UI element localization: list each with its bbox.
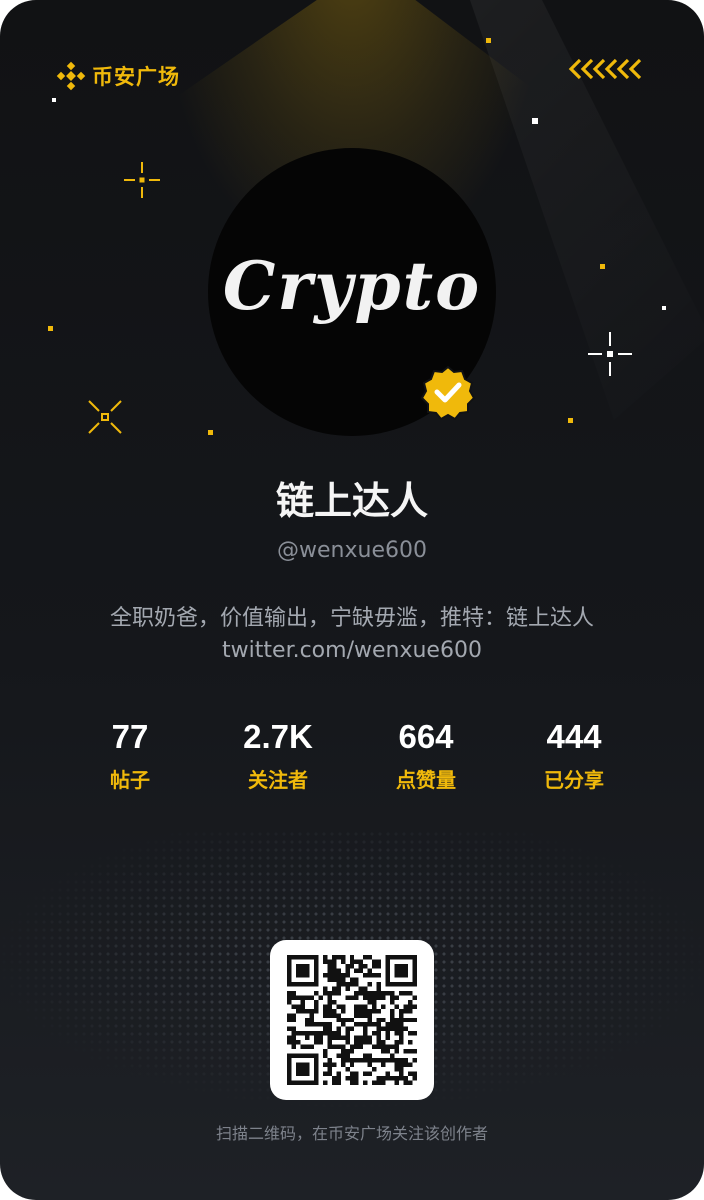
decor-dot bbox=[48, 326, 53, 331]
brand-logo: 币安广场 bbox=[56, 60, 180, 92]
stat-label: 关注者 bbox=[248, 768, 308, 792]
avatar-text: Crypto bbox=[222, 247, 482, 325]
decor-dot bbox=[568, 418, 573, 423]
stat-label: 点赞量 bbox=[396, 768, 456, 792]
profile-bio: 全职奶爸，价值输出，宁缺毋滥，推特：链上达人 bbox=[109, 606, 594, 631]
decor-dot bbox=[486, 38, 491, 43]
stat-posts: 77 帖子 bbox=[60, 718, 200, 793]
decor-dot bbox=[208, 430, 213, 435]
decor-dot bbox=[532, 118, 538, 124]
qr-caption: 扫描二维码，在币安广场关注该创作者 bbox=[215, 1124, 488, 1143]
sparkle-star-icon bbox=[588, 332, 632, 376]
stat-value: 77 bbox=[111, 718, 149, 755]
stats-row: 77 帖子 2.7K 关注者 664 点赞量 444 已分享 bbox=[52, 718, 652, 798]
sparkle-star-icon bbox=[124, 162, 160, 198]
qr-code-icon bbox=[287, 955, 417, 1085]
stat-value: 2.7K bbox=[243, 718, 313, 755]
chevron-stripe-icon bbox=[568, 58, 642, 80]
stat-likes: 664 点赞量 bbox=[356, 718, 496, 793]
brand-name: 币安广场 bbox=[92, 65, 180, 89]
stat-label: 已分享 bbox=[544, 768, 604, 792]
profile-link[interactable]: twitter.com/wenxue600 bbox=[0, 638, 704, 663]
decor-dot bbox=[662, 306, 666, 310]
profile-name: 链上达人 bbox=[275, 479, 428, 523]
stat-label: 帖子 bbox=[110, 768, 150, 792]
share-card: 币安广场 Crypto 链上达人 @wenxue600 全职奶爸，价值输出，宁缺… bbox=[0, 0, 704, 1200]
verified-check-badge-icon bbox=[420, 365, 476, 420]
stat-followers: 2.7K 关注者 bbox=[208, 718, 348, 793]
binance-diamond-logo-icon bbox=[56, 61, 86, 91]
profile-handle: @wenxue600 bbox=[277, 538, 427, 563]
stat-value: 444 bbox=[546, 718, 602, 755]
sparkle-star-icon bbox=[88, 400, 122, 434]
decor-dot bbox=[52, 98, 56, 102]
decor-dot bbox=[600, 264, 605, 269]
stat-value: 664 bbox=[398, 718, 454, 755]
stat-shares: 444 已分享 bbox=[504, 718, 644, 793]
qr-code-card[interactable] bbox=[270, 940, 434, 1100]
